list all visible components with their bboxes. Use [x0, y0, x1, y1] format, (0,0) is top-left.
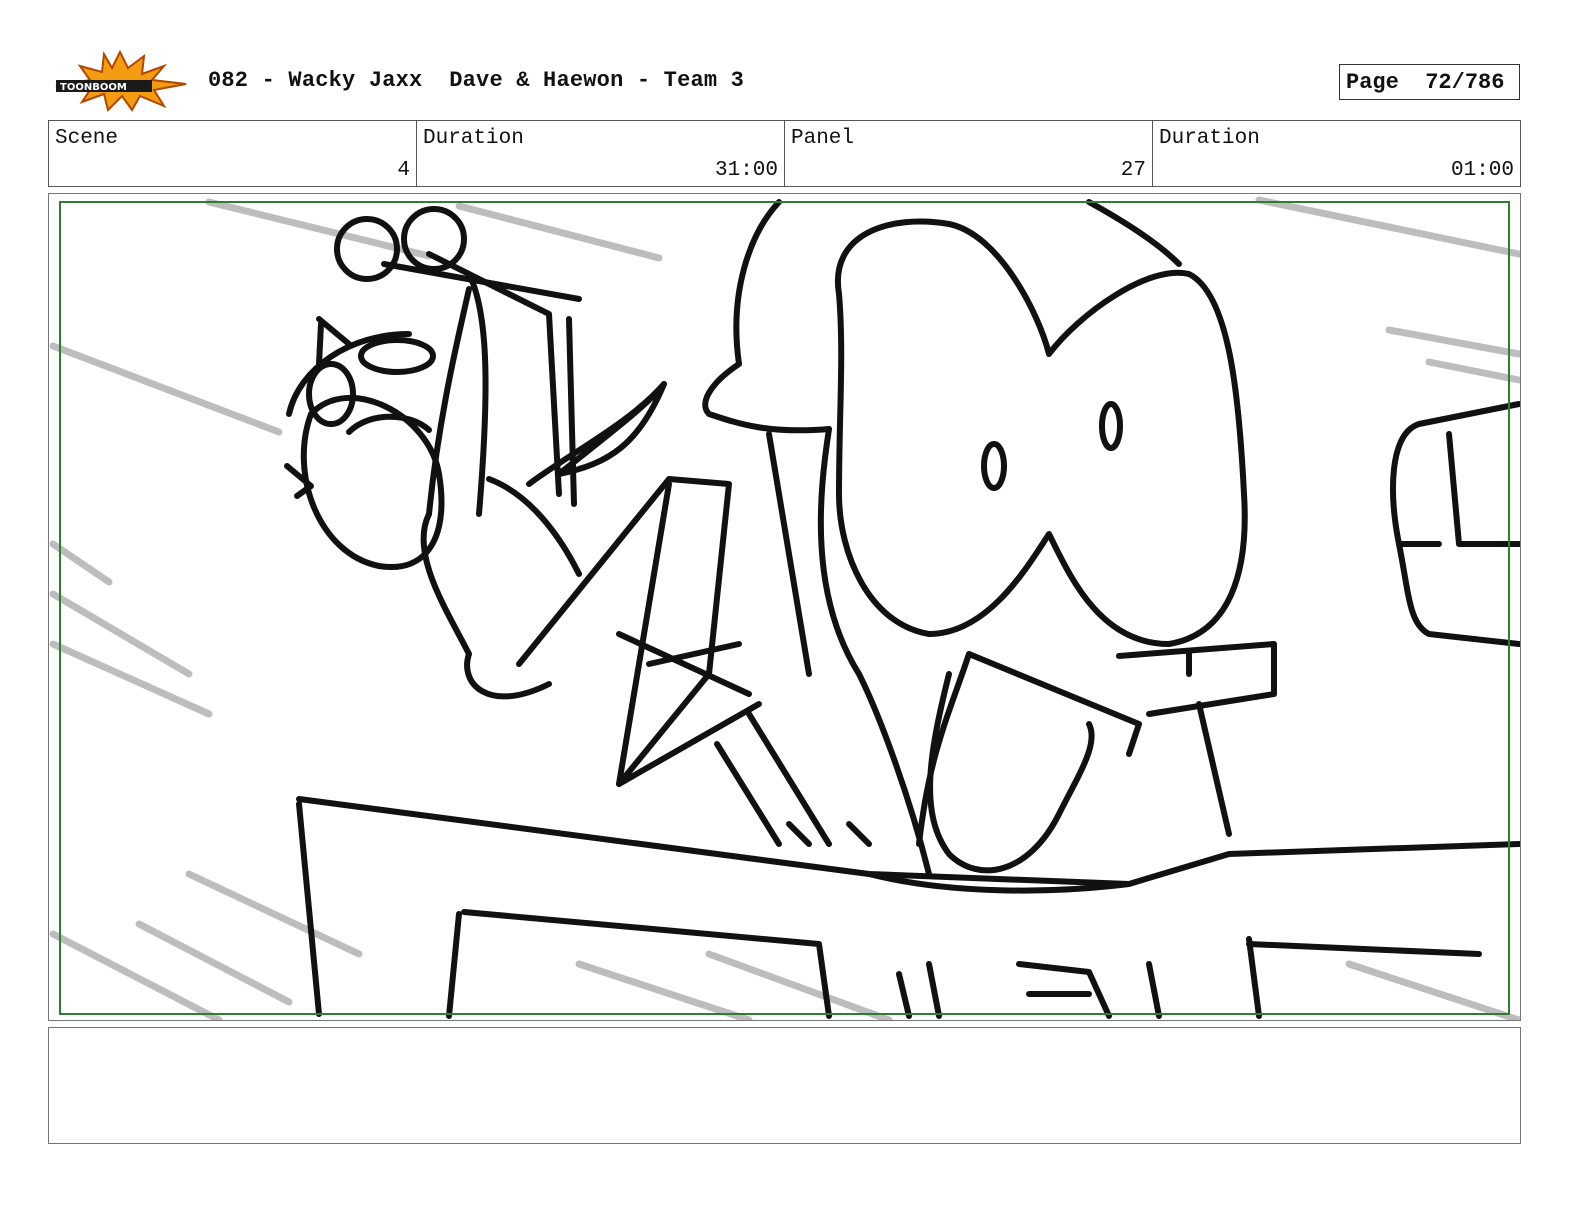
toonboom-logo: TOONBOOM [52, 49, 188, 112]
scene-duration-label: Duration [423, 127, 524, 150]
page-number: 72/786 [1425, 69, 1505, 95]
panel-notes-box [48, 1027, 1521, 1144]
page-label: Page [1346, 69, 1399, 95]
panel-label: Panel [791, 127, 855, 150]
scene-cell: Scene 4 [49, 121, 417, 186]
character-sketch [284, 199, 1520, 1019]
storyboard-panel-image [48, 193, 1521, 1021]
document-title: 082 - Wacky Jaxx Dave & Haewon - Team 3 [208, 68, 745, 93]
panel-duration-value: 01:00 [1450, 159, 1514, 182]
scene-duration-cell: Duration 31:00 [417, 121, 785, 186]
panel-info-row: Scene 4 Duration 31:00 Panel 27 Duration… [48, 120, 1521, 187]
scene-label: Scene [55, 127, 119, 150]
safe-frame [59, 201, 1510, 1015]
scene-duration-value: 31:00 [714, 159, 778, 182]
panel-duration-cell: Duration 01:00 [1153, 121, 1520, 186]
logo-wordmark: TOONBOOM [60, 82, 127, 93]
page-indicator: Page 72/786 [1339, 64, 1520, 100]
scene-value: 4 [397, 159, 410, 182]
panel-duration-label: Duration [1159, 127, 1260, 150]
panel-value: 27 [1120, 159, 1146, 182]
panel-cell: Panel 27 [785, 121, 1153, 186]
sketch-drawing [49, 196, 1520, 1020]
speed-lines [49, 196, 1520, 1020]
